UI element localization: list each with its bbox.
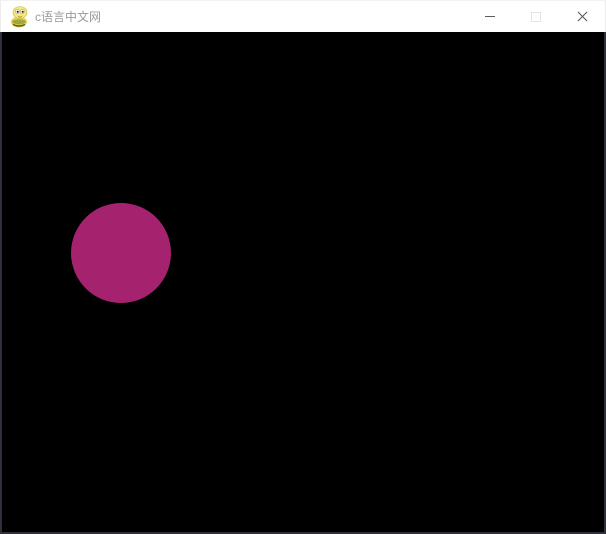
titlebar[interactable]: c语言中文网 bbox=[0, 0, 606, 32]
maximize-icon bbox=[531, 11, 541, 22]
minimize-button[interactable] bbox=[467, 1, 513, 33]
pygame-snake-icon bbox=[9, 5, 29, 28]
maximize-button bbox=[513, 1, 559, 33]
minimize-icon bbox=[485, 16, 495, 17]
app-window: c语言中文网 bbox=[0, 0, 606, 534]
circle bbox=[71, 203, 171, 303]
caption-buttons bbox=[467, 1, 605, 33]
close-button[interactable] bbox=[559, 1, 605, 33]
close-icon bbox=[577, 11, 588, 22]
window-title: c语言中文网 bbox=[35, 10, 102, 24]
game-canvas[interactable] bbox=[0, 32, 606, 534]
